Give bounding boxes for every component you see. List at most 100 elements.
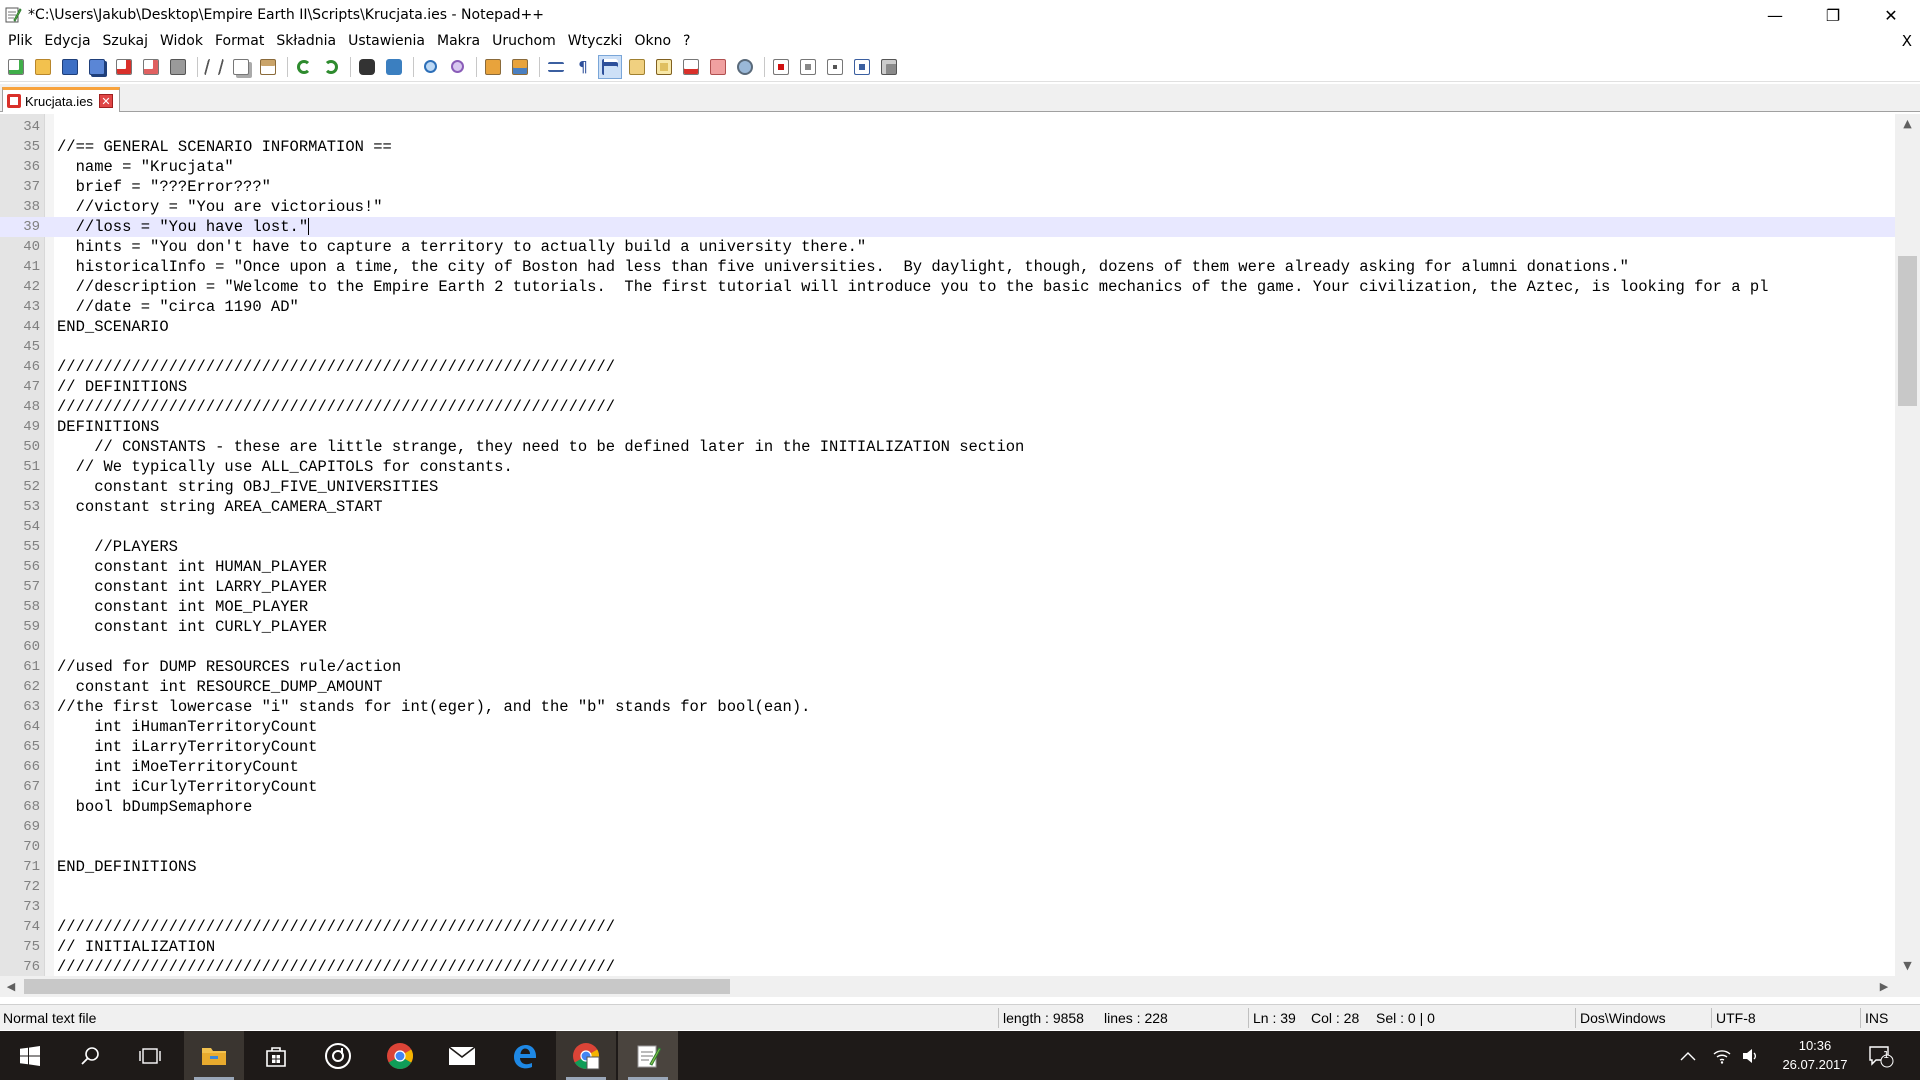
- text-editor[interactable]: 34 35 //== GENERAL SCENARIO INFORMATION ==…: [0, 114, 1920, 976]
- code-line[interactable]: 64 int iHumanTerritoryCount: [0, 717, 1895, 737]
- line-text[interactable]: //used for DUMP RESOURCES rule/action: [57, 657, 401, 677]
- menu-ustawienia[interactable]: Ustawienia: [342, 30, 431, 52]
- code-line[interactable]: 51 // We typically use ALL_CAPITOLS for …: [0, 457, 1895, 477]
- record-macro-icon[interactable]: [769, 55, 793, 79]
- code-line[interactable]: 70: [0, 837, 1895, 857]
- play-macro-icon[interactable]: [823, 55, 847, 79]
- file-explorer-icon[interactable]: [184, 1031, 244, 1080]
- save-macro-icon[interactable]: [877, 55, 901, 79]
- menu-makra[interactable]: Makra: [431, 30, 486, 52]
- function-list-icon[interactable]: [652, 55, 676, 79]
- print-icon[interactable]: [166, 55, 190, 79]
- line-text[interactable]: constant int RESOURCE_DUMP_AMOUNT: [57, 677, 383, 697]
- cut-icon[interactable]: [202, 55, 226, 79]
- line-text[interactable]: // We typically use ALL_CAPITOLS for con…: [57, 457, 513, 477]
- line-text[interactable]: //== GENERAL SCENARIO INFORMATION ==: [57, 137, 392, 157]
- menu-edycja[interactable]: Edycja: [38, 30, 96, 52]
- doc-map-icon[interactable]: [625, 55, 649, 79]
- store-icon[interactable]: [246, 1031, 306, 1080]
- code-line[interactable]: 66 int iMoeTerritoryCount: [0, 757, 1895, 777]
- word-wrap-icon[interactable]: [544, 55, 568, 79]
- line-text[interactable]: //PLAYERS: [57, 537, 178, 557]
- code-line[interactable]: 72: [0, 877, 1895, 897]
- line-text[interactable]: //loss = "You have lost.": [57, 217, 310, 237]
- close-document-button[interactable]: X: [1902, 30, 1912, 52]
- notification-center-icon[interactable]: 1: [1868, 1031, 1894, 1080]
- code-line[interactable]: 45: [0, 337, 1895, 357]
- mail-icon[interactable]: [432, 1031, 492, 1080]
- redo-icon[interactable]: [319, 55, 343, 79]
- line-text[interactable]: brief = "???Error???": [57, 177, 271, 197]
- scroll-down-icon[interactable]: ▼: [1895, 956, 1920, 976]
- start-icon[interactable]: [0, 1031, 60, 1080]
- line-text[interactable]: END_SCENARIO: [57, 317, 169, 337]
- code-line[interactable]: 62 constant int RESOURCE_DUMP_AMOUNT: [0, 677, 1895, 697]
- stop-macro-icon[interactable]: [796, 55, 820, 79]
- line-text[interactable]: constant string AREA_CAMERA_START: [57, 497, 383, 517]
- search-icon[interactable]: [60, 1031, 120, 1080]
- code-line[interactable]: 74 //////////////////////////////////////…: [0, 917, 1895, 937]
- scroll-right-icon[interactable]: ▶: [1873, 976, 1895, 997]
- code-lines[interactable]: 34 35 //== GENERAL SCENARIO INFORMATION ==…: [0, 117, 1895, 976]
- menu-plik[interactable]: Plik: [0, 30, 38, 52]
- horizontal-scroll-thumb[interactable]: [24, 979, 730, 994]
- groove-icon[interactable]: [308, 1031, 368, 1080]
- new-file-icon[interactable]: [4, 55, 28, 79]
- code-line[interactable]: 60: [0, 637, 1895, 657]
- code-line[interactable]: 39 //loss = "You have lost.": [0, 217, 1895, 237]
- monitoring-icon[interactable]: [733, 55, 757, 79]
- menu-szukaj[interactable]: Szukaj: [97, 30, 154, 52]
- undo-icon[interactable]: [292, 55, 316, 79]
- tray-chevron-icon[interactable]: [1680, 1031, 1696, 1080]
- code-line[interactable]: 37 brief = "???Error???": [0, 177, 1895, 197]
- restore-button[interactable]: ❐: [1804, 0, 1862, 30]
- line-text[interactable]: int iMoeTerritoryCount: [57, 757, 299, 777]
- code-line[interactable]: 50 // CONSTANTS - these are little stran…: [0, 437, 1895, 457]
- line-text[interactable]: // DEFINITIONS: [57, 377, 187, 397]
- scroll-left-icon[interactable]: ◀: [0, 976, 22, 997]
- code-line[interactable]: 47 // DEFINITIONS: [0, 377, 1895, 397]
- close-window-button[interactable]: ✕: [1862, 0, 1920, 30]
- title-bar[interactable]: *C:\Users\Jakub\Desktop\Empire Earth II\…: [0, 0, 1920, 30]
- code-line[interactable]: 36 name = "Krucjata": [0, 157, 1895, 177]
- code-line[interactable]: 54: [0, 517, 1895, 537]
- line-text[interactable]: ////////////////////////////////////////…: [57, 397, 615, 417]
- line-text[interactable]: int iLarryTerritoryCount: [57, 737, 317, 757]
- code-line[interactable]: 73: [0, 897, 1895, 917]
- save-all-icon[interactable]: [85, 55, 109, 79]
- wifi-icon[interactable]: [1712, 1031, 1732, 1080]
- code-line[interactable]: 61 //used for DUMP RESOURCES rule/action: [0, 657, 1895, 677]
- line-text[interactable]: constant string OBJ_FIVE_UNIVERSITIES: [57, 477, 438, 497]
- save-icon[interactable]: [58, 55, 82, 79]
- line-text[interactable]: constant int CURLY_PLAYER: [57, 617, 327, 637]
- line-text[interactable]: constant int LARRY_PLAYER: [57, 577, 327, 597]
- code-line[interactable]: 41 historicalInfo = "Once upon a time, t…: [0, 257, 1895, 277]
- code-line[interactable]: 68 bool bDumpSemaphore: [0, 797, 1895, 817]
- find-icon[interactable]: [355, 55, 379, 79]
- system-clock[interactable]: 10:36 26.07.2017: [1760, 1036, 1870, 1074]
- code-line[interactable]: 71 END_DEFINITIONS: [0, 857, 1895, 877]
- code-line[interactable]: 40 hints = "You don't have to capture a …: [0, 237, 1895, 257]
- code-line[interactable]: 52 constant string OBJ_FIVE_UNIVERSITIES: [0, 477, 1895, 497]
- zoom-out-icon[interactable]: [445, 55, 469, 79]
- replace-icon[interactable]: [382, 55, 406, 79]
- code-line[interactable]: 56 constant int HUMAN_PLAYER: [0, 557, 1895, 577]
- line-text[interactable]: //the first lowercase "i" stands for int…: [57, 697, 810, 717]
- code-line[interactable]: 38 //victory = "You are victorious!": [0, 197, 1895, 217]
- code-line[interactable]: 43 //date = "circa 1190 AD": [0, 297, 1895, 317]
- volume-icon[interactable]: [1742, 1031, 1760, 1080]
- line-text[interactable]: historicalInfo = "Once upon a time, the …: [57, 257, 1629, 277]
- close-all-icon[interactable]: [139, 55, 163, 79]
- line-text[interactable]: // INITIALIZATION: [57, 937, 215, 957]
- vertical-scrollbar[interactable]: ▲ ▼: [1895, 114, 1920, 976]
- line-text[interactable]: //description = "Welcome to the Empire E…: [57, 277, 1769, 297]
- minimize-button[interactable]: —: [1746, 0, 1804, 30]
- show-all-chars-icon[interactable]: ¶: [571, 55, 595, 79]
- line-text[interactable]: ////////////////////////////////////////…: [57, 957, 615, 976]
- line-text[interactable]: DEFINITIONS: [57, 417, 159, 437]
- folder-workspace-icon[interactable]: [679, 55, 703, 79]
- zoom-in-icon[interactable]: [418, 55, 442, 79]
- code-line[interactable]: 34: [0, 117, 1895, 137]
- paste-icon[interactable]: [256, 55, 280, 79]
- code-line[interactable]: 55 //PLAYERS: [0, 537, 1895, 557]
